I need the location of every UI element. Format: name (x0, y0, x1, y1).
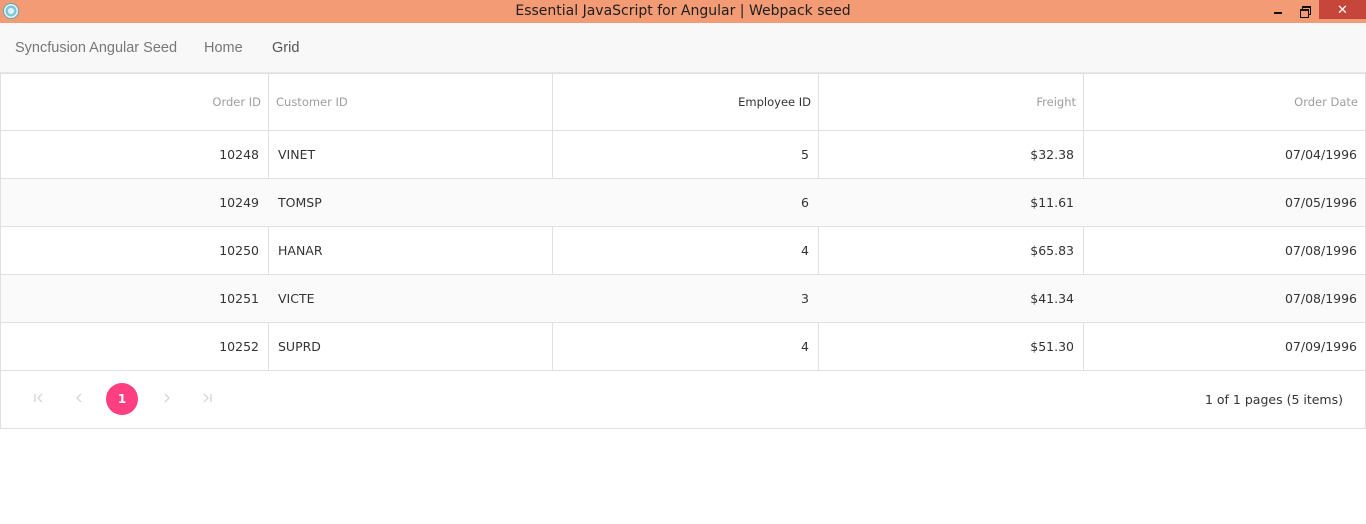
close-icon: ✕ (1337, 1, 1348, 17)
column-header-customer-id[interactable]: Customer ID (276, 74, 536, 131)
nav-item-grid[interactable]: Grid (272, 40, 299, 56)
nav-item-home[interactable]: Home (204, 40, 243, 56)
first-page-icon[interactable] (32, 391, 46, 405)
table-row[interactable]: 10250 HANAR 4 $65.83 07/08/1996 (1, 227, 1365, 275)
cell-order-date: 07/05/1996 (1284, 195, 1357, 210)
cell-order-id: 10250 (219, 243, 259, 258)
page-number-current[interactable]: 1 (106, 383, 138, 415)
pager-info: 1 of 1 pages (5 items) (1204, 392, 1343, 407)
data-grid: Order ID Customer ID Employee ID Freight… (0, 73, 1366, 429)
column-header-freight[interactable]: Freight (819, 74, 1076, 131)
navbar-brand[interactable]: Syncfusion Angular Seed (15, 40, 177, 56)
close-button[interactable]: ✕ (1319, 0, 1366, 19)
cell-freight: $65.83 (1030, 243, 1074, 258)
cell-order-id: 10251 (219, 291, 259, 306)
navbar: Syncfusion Angular Seed Home Grid (0, 23, 1366, 73)
previous-page-icon[interactable] (72, 391, 86, 405)
cell-employee-id: 6 (801, 195, 809, 210)
cell-order-id: 10248 (219, 147, 259, 162)
cell-order-date: 07/09/1996 (1284, 339, 1357, 354)
cell-employee-id: 5 (801, 147, 809, 162)
minimize-button[interactable] (1265, 0, 1291, 20)
column-header-order-id[interactable]: Order ID (1, 74, 261, 131)
minimize-icon (1274, 12, 1282, 14)
table-row[interactable]: 10248 VINET 5 $32.38 07/04/1996 (1, 131, 1365, 179)
cell-freight: $11.61 (1030, 195, 1074, 210)
cell-freight: $51.30 (1030, 339, 1074, 354)
cell-freight: $41.34 (1030, 291, 1074, 306)
cell-freight: $32.38 (1030, 147, 1074, 162)
cell-customer-id: SUPRD (278, 339, 321, 354)
window-title: Essential JavaScript for Angular | Webpa… (515, 3, 851, 19)
cell-customer-id: TOMSP (278, 195, 322, 210)
cell-customer-id: HANAR (278, 243, 323, 258)
cell-order-date: 07/08/1996 (1284, 291, 1357, 306)
column-header-order-date[interactable]: Order Date (1084, 74, 1358, 131)
column-header-employee-id[interactable]: Employee ID (553, 74, 811, 131)
cell-employee-id: 3 (801, 291, 809, 306)
table-row[interactable]: 10252 SUPRD 4 $51.30 07/09/1996 (1, 323, 1365, 371)
cell-customer-id: VICTE (278, 291, 315, 306)
grid-pager: 1 1 of 1 pages (5 items) (1, 371, 1365, 428)
cell-employee-id: 4 (801, 243, 809, 258)
restore-button[interactable] (1292, 0, 1318, 20)
cell-order-date: 07/04/1996 (1284, 147, 1357, 162)
next-page-icon[interactable] (160, 391, 174, 405)
cell-customer-id: VINET (278, 147, 316, 162)
last-page-icon[interactable] (200, 391, 214, 405)
cell-order-date: 07/08/1996 (1284, 243, 1357, 258)
window-titlebar: Essential JavaScript for Angular | Webpa… (0, 0, 1366, 23)
table-row[interactable]: 10249 TOMSP 6 $11.61 07/05/1996 (1, 179, 1365, 227)
cell-order-id: 10252 (219, 339, 259, 354)
cell-employee-id: 4 (801, 339, 809, 354)
restore-icon (1300, 5, 1311, 18)
table-row[interactable]: 10251 VICTE 3 $41.34 07/08/1996 (1, 275, 1365, 323)
cell-order-id: 10249 (219, 195, 259, 210)
grid-header: Order ID Customer ID Employee ID Freight… (1, 73, 1365, 131)
